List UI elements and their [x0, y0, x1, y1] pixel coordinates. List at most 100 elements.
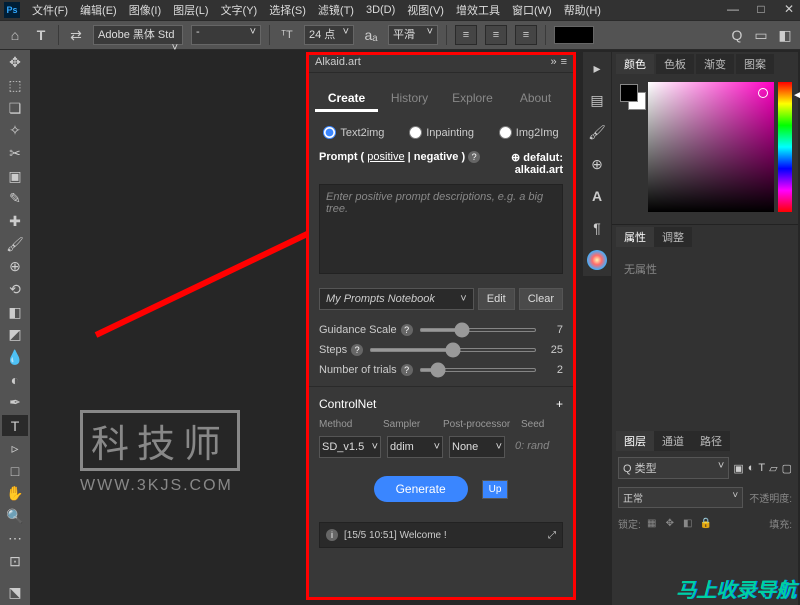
- marquee-tool[interactable]: ⬚: [2, 75, 28, 97]
- tab-adjustments[interactable]: 调整: [654, 227, 692, 247]
- tab-explore[interactable]: Explore: [441, 87, 504, 112]
- menu-help[interactable]: 帮助(H): [558, 0, 607, 20]
- plugin-collapse-icon[interactable]: »: [550, 56, 556, 68]
- color-field[interactable]: [648, 82, 774, 212]
- character-panel-icon[interactable]: A: [587, 186, 607, 206]
- mode-text2img[interactable]: Text2img: [323, 126, 384, 139]
- mode-inpainting[interactable]: Inpainting: [409, 126, 474, 139]
- lock-position-icon[interactable]: ✥: [663, 517, 677, 531]
- edit-toolbar[interactable]: ⊡: [2, 551, 28, 573]
- tab-about[interactable]: About: [504, 87, 567, 112]
- menu-edit[interactable]: 编辑(E): [74, 0, 123, 20]
- move-tool[interactable]: ✥: [2, 52, 28, 74]
- home-icon[interactable]: ⌂: [6, 26, 24, 44]
- frame-tool[interactable]: ▣: [2, 165, 28, 187]
- type-tool[interactable]: T: [2, 415, 28, 437]
- eraser-tool[interactable]: ◧: [2, 301, 28, 323]
- tab-channels[interactable]: 通道: [654, 431, 692, 451]
- menu-view[interactable]: 视图(V): [401, 0, 450, 20]
- filter-adjust-icon[interactable]: ◐: [748, 462, 755, 474]
- help-icon[interactable]: ?: [351, 344, 363, 356]
- text-color-swatch[interactable]: [554, 26, 594, 44]
- font-size-select[interactable]: 24 点 ˅: [304, 25, 354, 45]
- menu-select[interactable]: 选择(S): [263, 0, 312, 20]
- filter-shape-icon[interactable]: ▱: [769, 462, 777, 475]
- postprocessor-select[interactable]: None˅: [449, 436, 505, 458]
- tab-paths[interactable]: 路径: [692, 431, 730, 451]
- search-icon[interactable]: Q: [728, 26, 746, 44]
- tab-properties[interactable]: 属性: [616, 227, 654, 247]
- layer-filter-select[interactable]: Q 类型˅: [618, 457, 729, 479]
- filter-smart-icon[interactable]: ▢: [782, 462, 792, 475]
- blur-tool[interactable]: 💧: [2, 347, 28, 369]
- tab-create[interactable]: Create: [315, 87, 378, 112]
- align-right-icon[interactable]: ≡: [515, 25, 537, 45]
- antialias-select[interactable]: 平滑 ˅: [388, 25, 438, 45]
- tab-color[interactable]: 颜色: [616, 54, 654, 74]
- method-select[interactable]: SD_v1.5˅: [319, 436, 381, 458]
- hand-tool[interactable]: ✋: [2, 483, 28, 505]
- align-left-icon[interactable]: ≡: [455, 25, 477, 45]
- lock-artboard-icon[interactable]: ◧: [681, 517, 695, 531]
- menu-plugins[interactable]: 增效工具: [450, 0, 506, 20]
- crop-tool[interactable]: ✂: [2, 143, 28, 165]
- strip-expand-icon[interactable]: ▸: [587, 58, 607, 78]
- up-button[interactable]: Up: [482, 480, 509, 499]
- stamp-tool[interactable]: ⊕: [2, 256, 28, 278]
- seed-input[interactable]: 0: rand: [511, 436, 563, 458]
- controlnet-add-button[interactable]: +: [556, 397, 563, 411]
- log-expand-icon[interactable]: ⤢: [548, 530, 556, 541]
- mode-img2img[interactable]: Img2Img: [499, 126, 559, 139]
- edit-button[interactable]: Edit: [478, 288, 515, 310]
- paragraph-panel-icon[interactable]: ¶: [587, 218, 607, 238]
- trials-slider[interactable]: [419, 368, 537, 372]
- color-swap-icon[interactable]: ⬔: [2, 581, 28, 603]
- menu-window[interactable]: 窗口(W): [506, 0, 558, 20]
- history-panel-icon[interactable]: ▤: [587, 90, 607, 110]
- menu-file[interactable]: 文件(F): [26, 0, 74, 20]
- clear-button[interactable]: Clear: [519, 288, 563, 310]
- orientation-toggle-icon[interactable]: ⇄: [67, 26, 85, 44]
- font-family-select[interactable]: Adobe 黑体 Std ˅: [93, 25, 183, 45]
- sampler-select[interactable]: ddim˅: [387, 436, 443, 458]
- workspace-icon[interactable]: ◧: [776, 26, 794, 44]
- help-icon[interactable]: ?: [468, 151, 480, 163]
- help-icon[interactable]: ?: [401, 364, 413, 376]
- menu-layer[interactable]: 图层(L): [167, 0, 214, 20]
- filter-type-icon[interactable]: T: [758, 462, 765, 474]
- shape-tool[interactable]: □: [2, 460, 28, 482]
- generate-button[interactable]: Generate: [374, 476, 468, 502]
- steps-slider[interactable]: [369, 348, 537, 352]
- minimize-icon[interactable]: —: [726, 2, 740, 16]
- path-tool[interactable]: ▹: [2, 437, 28, 459]
- wand-tool[interactable]: ✧: [2, 120, 28, 142]
- prompts-notebook-select[interactable]: My Prompts Notebook˅: [319, 288, 474, 310]
- tab-gradients[interactable]: 渐变: [696, 54, 734, 74]
- tab-history[interactable]: History: [378, 87, 441, 112]
- zoom-tool[interactable]: 🔍: [2, 505, 28, 527]
- lasso-tool[interactable]: ❏: [2, 97, 28, 119]
- plugin-menu-icon[interactable]: ≡: [561, 56, 567, 68]
- prompt-input[interactable]: Enter positive prompt descriptions, e.g.…: [319, 184, 563, 274]
- blend-mode-select[interactable]: 正常˅: [618, 487, 743, 508]
- clone-panel-icon[interactable]: ⊕: [587, 154, 607, 174]
- tab-layers[interactable]: 图层: [616, 431, 654, 451]
- heal-tool[interactable]: ✚: [2, 211, 28, 233]
- tab-patterns[interactable]: 图案: [736, 54, 774, 74]
- maximize-icon[interactable]: □: [754, 2, 768, 16]
- fg-bg-swatch[interactable]: [618, 82, 644, 212]
- menu-image[interactable]: 图像(I): [123, 0, 167, 20]
- menu-filter[interactable]: 滤镜(T): [312, 0, 360, 20]
- filter-pixel-icon[interactable]: ▣: [733, 462, 743, 475]
- eyedropper-tool[interactable]: ✎: [2, 188, 28, 210]
- dodge-tool[interactable]: ◐: [2, 369, 28, 391]
- close-icon[interactable]: ✕: [782, 2, 796, 16]
- more-tool[interactable]: ⋯: [2, 528, 28, 550]
- align-center-icon[interactable]: ≡: [485, 25, 507, 45]
- history-brush-tool[interactable]: ⟲: [2, 279, 28, 301]
- menu-3d[interactable]: 3D(D): [360, 2, 401, 18]
- tab-swatches[interactable]: 色板: [656, 54, 694, 74]
- lock-pixels-icon[interactable]: ▦: [645, 517, 659, 531]
- brush-tool[interactable]: 🖌: [2, 233, 28, 255]
- guidance-slider[interactable]: [419, 328, 537, 332]
